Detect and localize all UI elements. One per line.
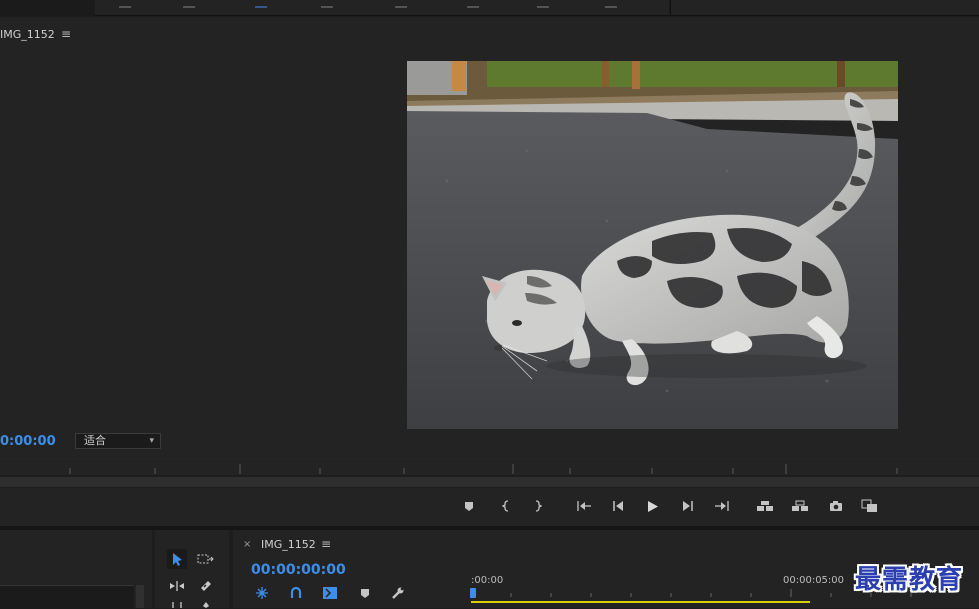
cat-photo xyxy=(407,61,898,429)
add-edit-icon[interactable] xyxy=(322,585,338,601)
comparison-view-icon[interactable] xyxy=(860,496,880,516)
extract-icon[interactable] xyxy=(790,496,810,516)
wrench-icon[interactable] xyxy=(390,585,406,601)
go-to-in-icon[interactable] xyxy=(574,496,594,516)
zoom-fit-select[interactable]: 适合 ▾ xyxy=(75,433,161,449)
lift-icon[interactable] xyxy=(755,496,775,516)
play-icon[interactable] xyxy=(643,496,663,516)
close-icon[interactable]: × xyxy=(243,539,251,550)
chevron-down-icon: ▾ xyxy=(149,436,154,446)
work-area-bar[interactable] xyxy=(471,601,810,603)
workspace-tab-fragment[interactable] xyxy=(467,0,479,8)
mark-out-icon[interactable] xyxy=(528,496,548,516)
panel-menu-icon[interactable]: ≡ xyxy=(321,537,331,551)
workspace-tab-fragment[interactable] xyxy=(183,0,195,8)
program-monitor-title[interactable]: IMG_1152 xyxy=(0,28,55,41)
snap-icon[interactable] xyxy=(254,585,270,601)
timeline-timecode[interactable]: 00:00:00:00 xyxy=(251,562,346,578)
project-bin-list[interactable] xyxy=(0,585,134,609)
workspace-tab-fragment[interactable] xyxy=(537,0,549,8)
workspace-tab-fragment[interactable] xyxy=(395,0,407,8)
timeline-ruler-start-label: :00:00 xyxy=(471,575,504,586)
monitor-time-ruler[interactable] xyxy=(0,458,979,474)
pen-tool-icon[interactable] xyxy=(196,600,216,608)
selection-tool-icon[interactable] xyxy=(167,549,187,569)
mark-in-icon[interactable] xyxy=(496,496,516,516)
monitor-zoom-scrollbar[interactable] xyxy=(0,477,979,487)
export-frame-icon[interactable] xyxy=(826,496,846,516)
add-marker-icon[interactable] xyxy=(357,585,373,601)
workspace-tab-fragment[interactable] xyxy=(119,0,131,8)
slip-tool-icon[interactable] xyxy=(167,600,187,608)
tools-panel xyxy=(155,530,229,608)
linked-selection-icon[interactable] xyxy=(288,585,304,601)
workspace-tab-fragment[interactable] xyxy=(605,0,617,8)
timeline-sequence-tab[interactable]: IMG_1152 xyxy=(261,538,316,551)
watermark-logo: 最需教育 xyxy=(855,565,964,595)
track-select-tool-icon[interactable] xyxy=(196,549,216,569)
playhead-timecode[interactable]: 0:00:00 xyxy=(0,434,56,449)
step-back-icon[interactable] xyxy=(608,496,628,516)
timeline-playhead[interactable] xyxy=(470,588,476,598)
go-to-out-icon[interactable] xyxy=(712,496,732,516)
workspace-tab-fragment[interactable] xyxy=(321,0,333,8)
zoom-fit-value: 适合 xyxy=(84,434,106,447)
add-marker-icon[interactable] xyxy=(459,496,479,516)
video-preview[interactable] xyxy=(407,61,898,429)
timeline-ruler-end-label: 00:00:05:00 xyxy=(783,575,845,586)
razor-tool-icon[interactable] xyxy=(196,576,216,596)
step-forward-icon[interactable] xyxy=(678,496,698,516)
workspace-search-area xyxy=(670,0,979,16)
project-scrollbar[interactable] xyxy=(136,585,144,608)
panel-menu-icon[interactable]: ≡ xyxy=(61,27,71,41)
workspace-tab-active-fragment[interactable] xyxy=(255,0,267,8)
ripple-edit-tool-icon[interactable] xyxy=(167,576,187,596)
workspace-tabs-bar[interactable] xyxy=(95,0,669,16)
